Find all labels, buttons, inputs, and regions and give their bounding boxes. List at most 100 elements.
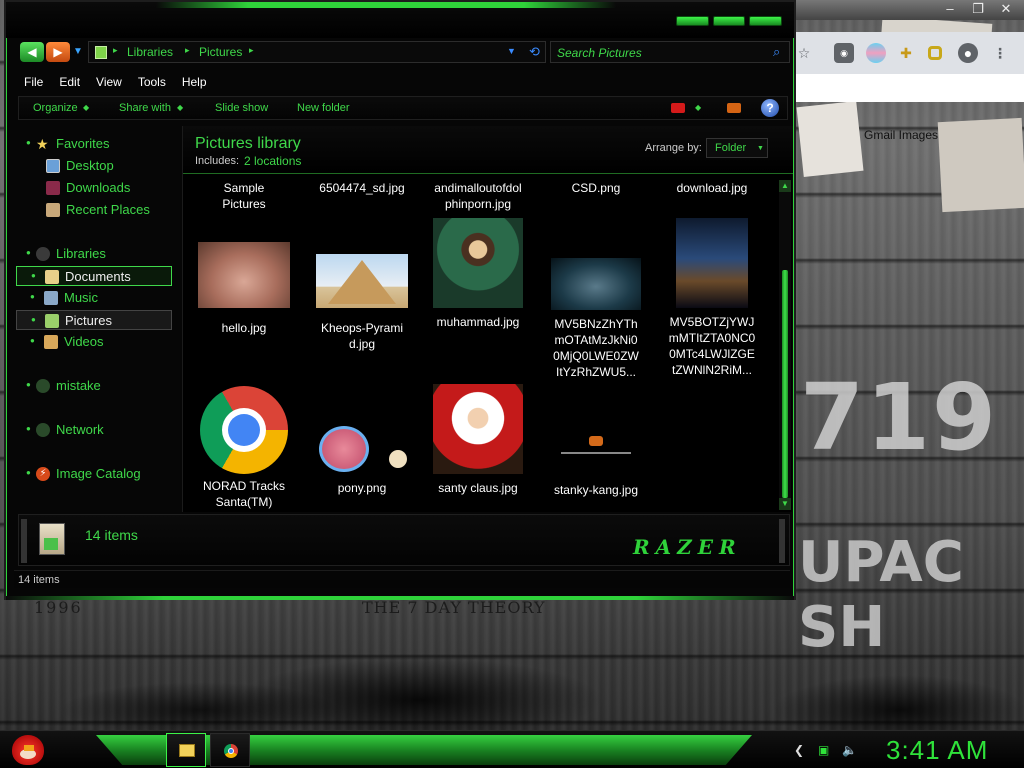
slide-show-button[interactable]: Slide show (215, 102, 268, 114)
refresh-icon[interactable]: ⟲ (529, 44, 540, 60)
file-item-csd[interactable]: CSD.png (541, 180, 651, 196)
nav-music[interactable]: ● Music (16, 288, 172, 308)
menu-tools[interactable]: Tools (130, 72, 174, 92)
file-item-norad[interactable]: NORAD Tracks Santa(TM) (189, 386, 299, 510)
taskbar-explorer-button[interactable] (166, 733, 206, 767)
file-item-mv5botz[interactable]: MV5BOTZjYWJ mMTItZTA0NC0 0MTc4LWJlZGE tZ… (657, 218, 767, 378)
expand-icon[interactable]: ● (26, 468, 31, 477)
details-frame (779, 519, 785, 563)
close-icon[interactable]: ✕ (992, 0, 1020, 18)
thumbnail-mark (589, 436, 603, 446)
file-item-muhammad[interactable]: muhammad.jpg (423, 218, 533, 330)
file-name: MV5BOTZjYWJ mMTItZTA0NC0 0MTc4LWJlZGE tZ… (668, 315, 756, 377)
breadcrumb-separator-icon[interactable]: ▸ (185, 45, 190, 56)
forward-arrow-icon[interactable]: ▶ (46, 42, 70, 62)
breadcrumb-libraries[interactable]: Libraries (127, 45, 173, 59)
nav-desktop[interactable]: Desktop (16, 156, 172, 176)
help-icon[interactable]: ? (761, 99, 779, 117)
minimize-icon[interactable]: – (936, 0, 964, 18)
change-view-icon[interactable] (671, 103, 685, 113)
share-dropdown-icon[interactable]: ◆ (177, 103, 183, 112)
volume-icon[interactable]: 🔈 (842, 743, 857, 757)
file-item-mv5bnzz[interactable]: MV5BNzZhYTh mOTAtMzJkNi0 0MjQ0LWE0ZW ItY… (541, 258, 651, 380)
maximize-button[interactable] (712, 16, 746, 26)
bookmark-star-icon[interactable]: ☆ (794, 43, 814, 63)
file-item-andimall[interactable]: andimalloutofdol phinporn.jpg (423, 180, 533, 212)
nav-mistake[interactable]: ● mistake (16, 376, 172, 396)
menu-edit[interactable]: Edit (51, 72, 88, 92)
new-folder-button[interactable]: New folder (297, 102, 350, 114)
desktop-icon (46, 159, 60, 173)
expand-icon[interactable]: ● (26, 424, 31, 433)
expand-icon[interactable]: ● (31, 315, 36, 324)
nav-libraries[interactable]: ● Libraries (16, 244, 172, 264)
expand-icon[interactable]: ● (31, 271, 36, 280)
breadcrumb-separator-icon[interactable]: ▸ (113, 45, 118, 56)
share-with-button[interactable]: Share with (119, 102, 171, 114)
nav-label: Pictures (65, 313, 112, 328)
arrange-by-dropdown[interactable]: Folder ▼ (706, 138, 768, 158)
content-pane: Pictures library Includes: 2 locations A… (182, 126, 793, 512)
scroll-up-icon[interactable]: ▲ (779, 180, 791, 192)
taskbar-clock[interactable]: 3:41 AM (886, 735, 988, 766)
menu-view[interactable]: View (88, 72, 130, 92)
menu-kebab-icon[interactable]: ⋮ (990, 43, 1010, 63)
vertical-scrollbar[interactable]: ▲ ▼ (779, 180, 791, 510)
restore-icon[interactable]: ❐ (964, 0, 992, 18)
expand-icon[interactable]: ● (26, 380, 31, 389)
breadcrumb-pictures[interactable]: Pictures (199, 45, 242, 59)
organize-button[interactable]: Organize (33, 102, 78, 114)
nav-pictures[interactable]: ● Pictures (16, 310, 172, 330)
library-title: Pictures library (195, 135, 301, 152)
file-item-6504474[interactable]: 6504474_sd.jpg (307, 180, 417, 196)
network-tray-icon[interactable]: ▣ (818, 743, 829, 757)
expand-icon[interactable]: ● (30, 292, 35, 301)
scroll-thumb[interactable] (782, 270, 788, 498)
profile-avatar-icon[interactable]: ● (958, 43, 978, 63)
show-hidden-icons-icon[interactable]: ❮ (794, 743, 804, 757)
address-bar[interactable]: ▸ Libraries ▸ Pictures ▸ ▼ ⟲ (88, 41, 546, 63)
search-input[interactable] (557, 45, 757, 61)
nav-recent-places[interactable]: Recent Places (16, 200, 172, 220)
back-arrow-icon[interactable]: ◀ (20, 42, 44, 62)
chrome-logo-core (228, 414, 260, 446)
preview-pane-icon[interactable] (727, 103, 741, 113)
minimize-button[interactable] (676, 16, 709, 26)
extension-icon[interactable] (866, 43, 886, 63)
file-item-sample-pictures[interactable]: Sample Pictures (189, 180, 299, 212)
menu-help[interactable]: Help (174, 72, 215, 92)
includes-locations-link[interactable]: 2 locations (244, 154, 301, 168)
puzzle-extensions-icon[interactable]: ✚ (896, 43, 916, 63)
nav-network[interactable]: ● Network (16, 420, 172, 440)
file-item-hello[interactable]: hello.jpg (189, 242, 299, 336)
expand-icon[interactable]: ● (30, 336, 35, 345)
expand-icon[interactable]: ● (26, 138, 31, 147)
nav-videos[interactable]: ● Videos (16, 332, 172, 352)
start-button[interactable] (8, 731, 48, 768)
chrome-logo-icon (200, 386, 288, 474)
file-item-santa[interactable]: santy claus.jpg (423, 384, 533, 496)
recent-pages-chevron-icon[interactable]: ▼ (72, 42, 84, 62)
file-item-stanky[interactable]: stanky-kang.jpg (541, 430, 651, 498)
nav-downloads[interactable]: Downloads (16, 178, 172, 198)
close-button[interactable] (749, 16, 783, 26)
chrome-header-links[interactable]: Gmail Images (864, 128, 938, 142)
scroll-down-icon[interactable]: ▼ (779, 498, 791, 510)
reading-list-icon[interactable] (928, 46, 942, 60)
title-bar[interactable] (6, 2, 794, 38)
nav-favorites[interactable]: ● ★ Favorites (16, 134, 172, 154)
file-item-kheops[interactable]: Kheops-Pyrami d.jpg (307, 254, 417, 352)
search-icon[interactable]: ⌕ (773, 44, 780, 60)
ublock-extension-icon[interactable]: ◉ (834, 43, 854, 63)
file-item-pony[interactable]: pony.png (307, 412, 417, 496)
file-item-download[interactable]: download.jpg (657, 180, 767, 196)
menu-file[interactable]: File (16, 72, 51, 92)
address-dropdown-icon[interactable]: ▼ (507, 46, 516, 56)
expand-icon[interactable]: ● (26, 248, 31, 257)
nav-documents[interactable]: ● Documents (16, 266, 172, 286)
taskbar-chrome-button[interactable] (210, 733, 250, 767)
nav-image-catalog[interactable]: ● ⚡ Image Catalog (16, 464, 172, 484)
breadcrumb-separator-icon[interactable]: ▸ (249, 45, 254, 56)
organize-dropdown-icon[interactable]: ◆ (83, 103, 89, 112)
view-dropdown-icon[interactable]: ◆ (695, 103, 701, 112)
